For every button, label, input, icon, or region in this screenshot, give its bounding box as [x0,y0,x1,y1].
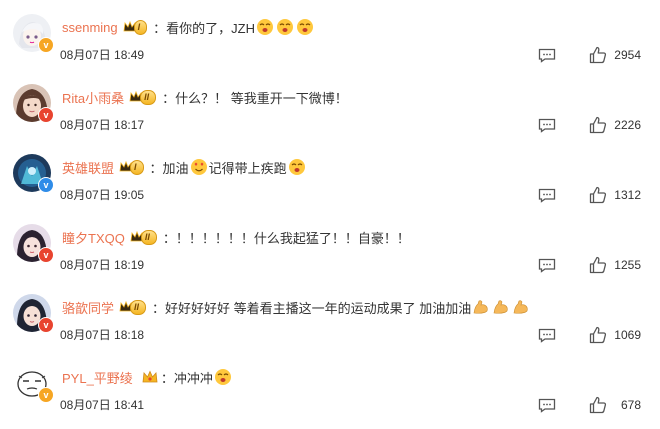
vip-level-badge: II [119,299,147,315]
vip-level-badge: I [123,19,148,35]
muscle-arm-icon [492,298,510,316]
vip-level-label: I [130,159,144,175]
avatar[interactable]: v [13,14,54,53]
comment-separator: ： [162,230,176,246]
comment-text: 加油 [162,160,189,176]
verified-badge-icon: v [38,37,54,53]
vip-level-label: I [133,19,148,35]
like-count: 1069 [614,328,641,342]
comment-separator: ： [152,300,166,316]
muscle-arm-icon [512,298,530,316]
comment-separator: ： [153,20,167,36]
comment-text: 冲冲冲 [173,370,213,386]
username[interactable]: 瞳夕TXQQ [62,228,125,247]
avatar[interactable]: v [13,154,54,193]
comment-item: v PYL_平野绫 ：冲冲冲 08月07日 18:41 678 [0,350,660,420]
vip-level-badge: II [130,229,157,245]
comment-time: 08月07日 18:19 [60,258,145,272]
username[interactable]: Rita小雨桑 [62,88,124,107]
like-count: 678 [620,398,641,412]
vip-crown-badge [141,369,159,385]
verified-badge-icon: v [38,387,54,403]
vip-level-label: II [130,299,147,315]
comment-item: v 英雄联盟 I ：加油 记得带上疾跑 08月07日 19:05 1312 [0,140,660,210]
comment-separator: ： [162,90,176,106]
like-thumb-icon[interactable] [589,326,607,344]
username[interactable]: 骆歆同学 [62,298,114,317]
username[interactable]: PYL_平野绫 [62,368,133,387]
comment-item: v 瞳夕TXQQ II ：！！！！！！什么我起猛了！！自豪！！ 08月07日 1… [0,210,660,280]
comment-time: 08月07日 18:17 [60,118,145,132]
vip-level-label: II [140,229,157,245]
comment-list: v ssenming I ：看你的了，JZH 08月07日 18:49 2954 [0,0,660,429]
comment-text: 好好好好好 等着看主播这一年的运动成果了 加油加油 [165,300,472,316]
avatar[interactable]: v [13,364,54,403]
comment-text-after: 记得带上疾跑 [208,160,287,176]
comment-reply-icon[interactable] [538,328,556,343]
cheer-face-icon [214,368,232,386]
comment-reply-icon[interactable] [538,188,556,203]
avatar[interactable]: v [13,294,54,333]
like-thumb-icon[interactable] [589,186,607,204]
verified-badge-icon: v [38,177,54,193]
comment-reply-icon[interactable] [538,48,556,63]
comment-reply-icon[interactable] [538,398,556,413]
comment-item: v ssenming I ：看你的了，JZH 08月07日 18:49 2954 [0,0,660,70]
comment-time: 08月07日 18:18 [60,328,145,342]
cheer-face-icon [296,18,314,36]
avatar[interactable]: v [13,84,54,123]
vip-level-badge: II [129,89,157,105]
like-count: 2226 [614,118,641,132]
username[interactable]: 英雄联盟 [62,158,114,177]
vip-level-label: II [140,89,157,105]
username[interactable]: ssenming [62,20,118,35]
verified-badge-icon: v [38,107,54,123]
comment-item: v 骆歆同学 II ：好好好好好 等着看主播这一年的运动成果了 加油加油 08月… [0,280,660,350]
like-thumb-icon[interactable] [589,256,607,274]
crown-icon [142,370,158,383]
comment-item: v Rita小雨桑 II ：什么？！ 等我重开一下微博！ 08月07日 18:1… [0,70,660,140]
vip-level-badge: I [119,159,144,175]
like-count: 2954 [614,48,641,62]
avatar[interactable]: v [13,224,54,263]
comment-text: ！！！！！！什么我起猛了！！自豪！！ [175,230,410,246]
cheer-face-icon [276,18,294,36]
love-face-icon [190,158,208,176]
comment-time: 08月07日 18:41 [60,398,145,412]
comment-separator: ： [149,160,163,176]
cheer-face-icon [288,158,306,176]
like-count: 1312 [614,188,641,202]
comment-reply-icon[interactable] [538,118,556,133]
comment-text: 什么？！ 等我重开一下微博！ [175,90,348,106]
comment-reply-icon[interactable] [538,258,556,273]
like-thumb-icon[interactable] [589,46,607,64]
like-thumb-icon[interactable] [589,396,607,414]
muscle-arm-icon [472,298,490,316]
comment-time: 08月07日 18:49 [60,48,145,62]
like-thumb-icon[interactable] [589,116,607,134]
comment-text: 看你的了，JZH [166,20,256,36]
verified-badge-icon: v [38,317,54,333]
comment-time: 08月07日 19:05 [60,188,145,202]
verified-badge-icon: v [38,247,54,263]
like-count: 1255 [614,258,641,272]
comment-separator: ： [160,370,174,386]
cheer-face-icon [256,18,274,36]
